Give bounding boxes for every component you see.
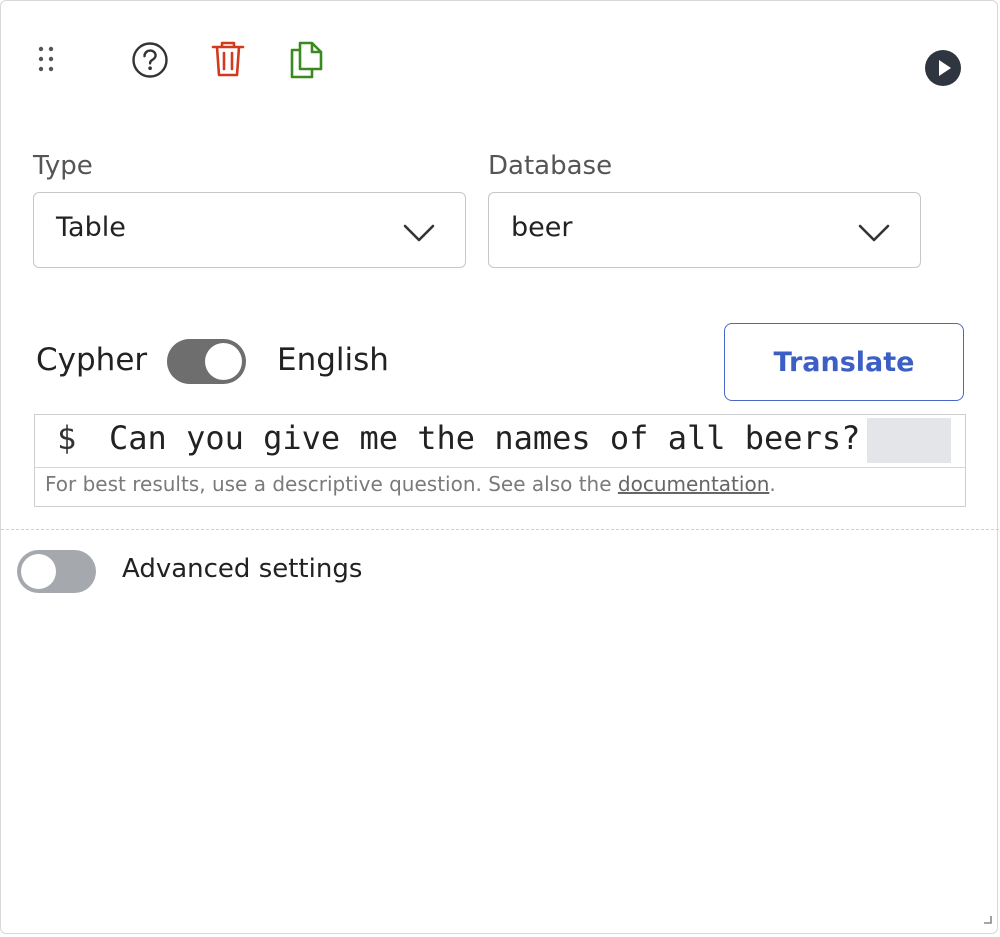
trash-icon[interactable]: [210, 39, 246, 83]
database-label: Database: [488, 151, 613, 181]
chevron-down-icon: [858, 219, 890, 250]
play-icon[interactable]: [924, 49, 962, 91]
database-select[interactable]: beer: [488, 192, 921, 268]
database-select-value: beer: [511, 212, 573, 243]
query-input-line[interactable]: $ Can you give me the names of all beers…: [35, 415, 965, 468]
hint-text: For best results, use a descriptive ques…: [45, 472, 618, 496]
toggle-knob: [21, 554, 56, 589]
type-select-value: Table: [56, 212, 126, 243]
copy-icon[interactable]: [288, 39, 324, 83]
advanced-settings-label: Advanced settings: [122, 554, 363, 584]
advanced-settings-toggle[interactable]: [17, 550, 96, 593]
resize-grip-icon[interactable]: [983, 910, 993, 929]
prompt-symbol: $: [57, 419, 77, 457]
translate-button[interactable]: Translate: [724, 323, 964, 401]
english-label: English: [277, 342, 389, 378]
section-divider: [1, 529, 999, 530]
editor-hint: For best results, use a descriptive ques…: [45, 472, 776, 496]
type-label: Type: [33, 151, 93, 181]
documentation-link[interactable]: documentation: [618, 472, 769, 496]
help-icon[interactable]: [131, 41, 169, 83]
query-text[interactable]: Can you give me the names of all beers?: [109, 419, 860, 457]
toggle-knob: [205, 343, 242, 380]
drag-handle-icon[interactable]: [37, 45, 55, 73]
hint-end: .: [769, 472, 776, 496]
query-editor[interactable]: $ Can you give me the names of all beers…: [34, 414, 966, 507]
chevron-down-icon: [403, 219, 435, 250]
cypher-label: Cypher: [36, 342, 148, 378]
query-cell-card: Type Table Database beer Cypher English …: [0, 0, 999, 934]
language-toggle[interactable]: [167, 339, 246, 384]
type-select[interactable]: Table: [33, 192, 466, 268]
autocomplete-highlight: [867, 418, 951, 463]
